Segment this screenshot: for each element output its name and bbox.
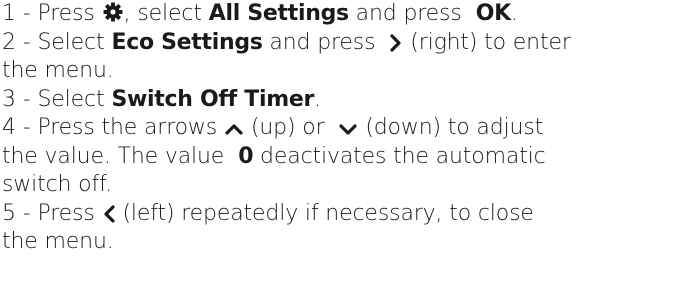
all-settings-label: All Settings bbox=[208, 1, 349, 26]
step-4-line-cont-2: switch off. bbox=[2, 171, 677, 200]
eco-settings-label: Eco Settings bbox=[111, 29, 263, 55]
step-2-line-cont: the menu. bbox=[2, 57, 677, 86]
step-4-number: 4 - bbox=[2, 115, 31, 140]
step-3-number: 3 - bbox=[2, 86, 31, 112]
step-4-text-deactivates: deactivates the automatic bbox=[260, 143, 546, 169]
step-5-line: 5 - Press (left) repeatedly if necessary,… bbox=[2, 200, 677, 229]
step-5-text-press: Press bbox=[37, 200, 95, 226]
instructions-document: 1 - Press, select All Settings and press OK… bbox=[0, 0, 677, 257]
step-1-text-and-press: and press bbox=[355, 1, 462, 26]
chevron-right-icon bbox=[389, 33, 403, 52]
step-2-line: 2 - Select Eco Settings and press (right) … bbox=[2, 29, 677, 58]
step-1-text-press: Press bbox=[37, 1, 95, 26]
step-4-text-value: the value. The value bbox=[2, 143, 225, 169]
step-5-text-left: (left) repeatedly if necessary, to close bbox=[122, 200, 534, 226]
switch-off-timer-label: Switch Off Timer bbox=[111, 86, 315, 112]
step-2-text-menu: the menu. bbox=[2, 58, 114, 83]
gear-icon bbox=[102, 1, 124, 23]
step-5-line-cont: the menu. bbox=[2, 228, 677, 257]
step-2-text-and-press: and press bbox=[269, 29, 376, 55]
step-1-number: 1 - bbox=[2, 1, 31, 26]
step-3-line: 3 - Select Switch Off Timer. bbox=[2, 86, 677, 115]
step-5-text-menu: the menu. bbox=[2, 229, 114, 254]
step-4-line: 4 - Press the arrows (up) or (down) to ad… bbox=[2, 114, 677, 143]
step-1-line: 1 - Press , select All Settings and press OK… bbox=[2, 0, 677, 29]
chevron-up-icon bbox=[224, 121, 244, 137]
chevron-left-icon bbox=[102, 204, 116, 223]
step-4-text-up: (up) or bbox=[250, 115, 325, 140]
zero-value-label: 0 bbox=[238, 143, 254, 169]
ok-label: OK bbox=[475, 1, 511, 26]
step-4-text-switch-off: switch off. bbox=[2, 172, 112, 197]
chevron-down-icon bbox=[338, 121, 358, 137]
step-2-text-right: (right) to enter bbox=[410, 29, 571, 55]
step-2-text-select: Select bbox=[37, 29, 105, 55]
step-4-text-down: (down) to adjust bbox=[365, 115, 544, 140]
step-3-period: . bbox=[314, 86, 321, 112]
step-4-text-press-arrows: Press the arrows bbox=[37, 115, 218, 140]
step-1-period: . bbox=[510, 1, 518, 26]
step-5-number: 5 - bbox=[2, 200, 31, 226]
step-4-line-cont-1: the value. The value 0 deactivates the au… bbox=[2, 143, 677, 172]
step-2-number: 2 - bbox=[2, 29, 31, 55]
step-3-text-select: Select bbox=[37, 86, 105, 112]
step-1-text-select: , select bbox=[123, 1, 202, 26]
